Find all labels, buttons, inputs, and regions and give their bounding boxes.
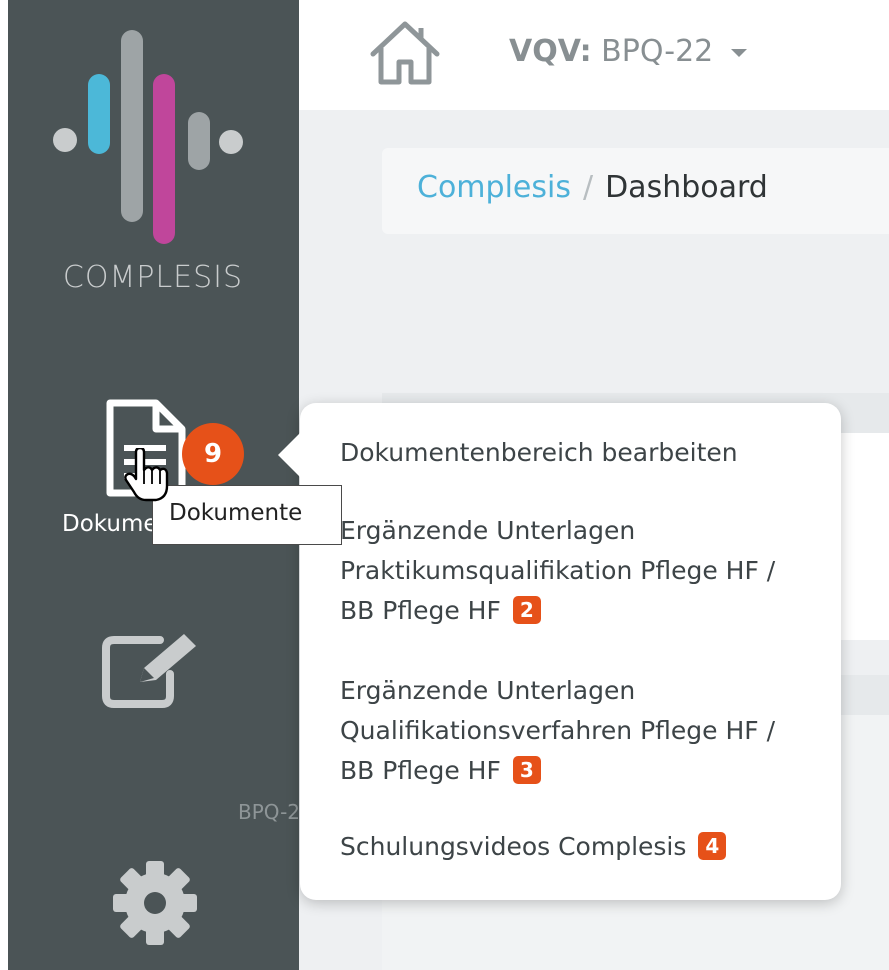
- complesis-logo[interactable]: COMPLESIS: [48, 30, 258, 300]
- breadcrumb-separator: /: [582, 170, 594, 205]
- menu-item-label: Ergänzende Unterlagen Qualifikationsverf…: [340, 676, 776, 785]
- breadcrumb: Complesis / Dashboard: [382, 148, 889, 234]
- menu-item-label: Dokumentenbereich bearbeiten: [340, 438, 738, 467]
- vqv-label: VQV:: [509, 34, 592, 69]
- documents-count-badge: 9: [182, 423, 244, 485]
- menu-item-label: Ergänzende Unterlagen Praktikumsqualifik…: [340, 516, 776, 625]
- menu-item-schulungsvideos[interactable]: Schulungsvideos Complesis 4: [340, 827, 810, 867]
- count-badge: 4: [698, 832, 727, 860]
- popover-arrow: [278, 433, 300, 477]
- documents-tooltip: Dokumente: [152, 485, 342, 545]
- gear-icon[interactable]: [112, 860, 198, 946]
- menu-item-praktikumsqualifikation[interactable]: Ergänzende Unterlagen Praktikumsqualifik…: [340, 511, 810, 631]
- breadcrumb-link-complesis[interactable]: Complesis: [417, 170, 571, 205]
- menu-item-label: Schulungsvideos Complesis: [340, 832, 687, 861]
- breadcrumb-current: Dashboard: [605, 170, 768, 205]
- chevron-down-icon: [730, 48, 747, 57]
- logo-text: COMPLESIS: [62, 260, 244, 295]
- home-icon[interactable]: [369, 20, 441, 86]
- vqv-selector[interactable]: VQV: BPQ-22: [509, 34, 747, 69]
- menu-item-edit-documents[interactable]: Dokumentenbereich bearbeiten: [340, 433, 810, 473]
- window-edge: [0, 0, 8, 970]
- count-badge: 2: [512, 596, 541, 624]
- count-badge: 3: [512, 756, 541, 784]
- edit-icon[interactable]: [100, 630, 210, 712]
- hand-cursor-icon: [124, 448, 169, 502]
- top-bar: VQV: BPQ-22: [299, 0, 889, 110]
- menu-item-qualifikationsverfahren[interactable]: Ergänzende Unterlagen Qualifikationsverf…: [340, 671, 810, 791]
- logo-mark-icon: [53, 30, 243, 244]
- documents-dropdown: Dokumentenbereich bearbeiten Ergänzende …: [278, 403, 841, 900]
- vqv-value: BPQ-22: [601, 34, 714, 69]
